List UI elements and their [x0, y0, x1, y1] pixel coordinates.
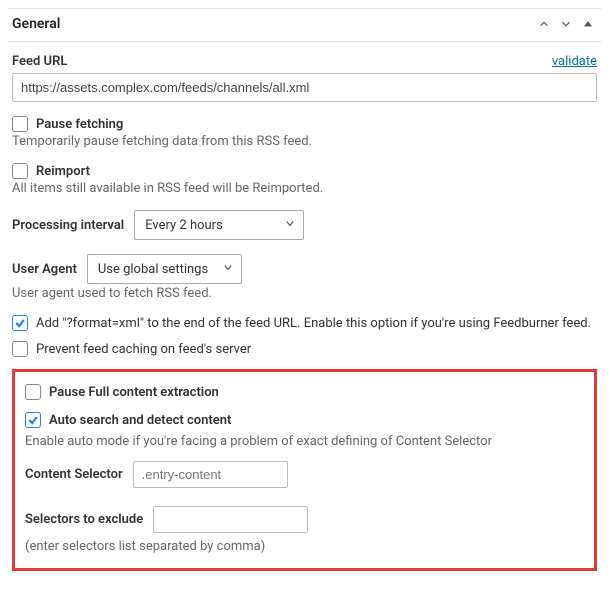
- auto-search-checkbox[interactable]: [25, 412, 41, 428]
- user-agent-row: User Agent Use global settings: [12, 254, 597, 284]
- user-agent-help: User agent used to fetch RSS feed.: [12, 286, 597, 301]
- chevron-down-icon: [223, 262, 233, 277]
- feed-url-label: Feed URL: [12, 54, 67, 69]
- highlighted-section: Pause Full content extraction Auto searc…: [12, 369, 597, 571]
- processing-interval-label: Processing interval: [12, 218, 124, 233]
- reimport-checkbox[interactable]: [12, 163, 28, 179]
- feed-url-field: Feed URL validate: [12, 54, 597, 102]
- pause-fetching-row: Pause fetching: [12, 116, 597, 132]
- processing-interval-select[interactable]: Every 2 hours: [134, 210, 304, 240]
- selectors-exclude-input[interactable]: [153, 506, 308, 533]
- panel-header: General: [8, 9, 601, 41]
- prevent-caching-checkbox[interactable]: [12, 341, 28, 357]
- pause-fetching-checkbox[interactable]: [12, 116, 28, 132]
- user-agent-value: Use global settings: [98, 262, 208, 277]
- divider: [8, 41, 601, 42]
- selectors-exclude-row: Selectors to exclude: [25, 506, 584, 533]
- content-selector-input[interactable]: [133, 461, 288, 488]
- pause-fetching-label[interactable]: Pause fetching: [36, 117, 123, 132]
- add-format-xml-label[interactable]: Add "?format=xml" to the end of the feed…: [36, 316, 591, 331]
- user-agent-label: User Agent: [12, 262, 77, 277]
- add-format-xml-row: Add "?format=xml" to the end of the feed…: [12, 315, 597, 331]
- content-selector-label: Content Selector: [25, 467, 123, 482]
- content-selector-row: Content Selector: [25, 461, 584, 488]
- pause-full-content-checkbox[interactable]: [25, 384, 41, 400]
- processing-interval-value: Every 2 hours: [145, 218, 223, 233]
- processing-interval-row: Processing interval Every 2 hours: [12, 210, 597, 240]
- auto-search-help: Enable auto mode if you're facing a prob…: [25, 434, 584, 449]
- panel-body: Feed URL validate Pause fetching Tempora…: [8, 54, 601, 571]
- selectors-exclude-label: Selectors to exclude: [25, 512, 143, 527]
- reimport-help: All items still available in RSS feed wi…: [12, 181, 597, 196]
- pause-full-content-label[interactable]: Pause Full content extraction: [49, 385, 219, 400]
- reimport-row: Reimport: [12, 163, 597, 179]
- pause-full-content-row: Pause Full content extraction: [25, 384, 584, 400]
- validate-link[interactable]: validate: [552, 54, 597, 69]
- add-format-xml-checkbox[interactable]: [12, 315, 28, 331]
- panel-title: General: [12, 16, 60, 32]
- auto-search-row: Auto search and detect content: [25, 412, 584, 428]
- pause-fetching-help: Temporarily pause fetching data from thi…: [12, 134, 597, 149]
- chevron-up-icon[interactable]: [535, 15, 553, 33]
- panel-controls: [535, 15, 597, 33]
- chevron-down-icon: [285, 218, 295, 233]
- selectors-exclude-help: (enter selectors list separated by comma…: [25, 539, 584, 554]
- feed-url-input[interactable]: [12, 73, 597, 102]
- collapse-triangle-icon[interactable]: [579, 15, 597, 33]
- reimport-label[interactable]: Reimport: [36, 164, 90, 179]
- prevent-caching-row: Prevent feed caching on feed's server: [12, 341, 597, 357]
- user-agent-select[interactable]: Use global settings: [87, 254, 242, 284]
- chevron-down-icon[interactable]: [557, 15, 575, 33]
- auto-search-label[interactable]: Auto search and detect content: [49, 413, 231, 428]
- general-panel: General Feed URL validate Pause fetching: [8, 8, 601, 571]
- prevent-caching-label[interactable]: Prevent feed caching on feed's server: [36, 342, 251, 357]
